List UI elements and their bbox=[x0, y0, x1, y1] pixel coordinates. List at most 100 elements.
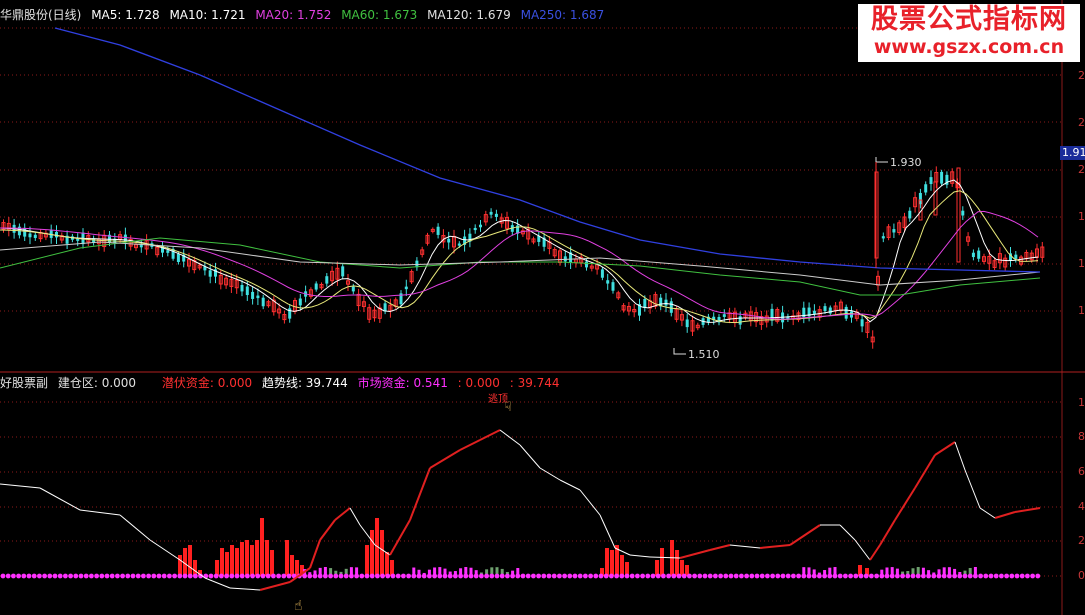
market-fund-dot bbox=[21, 574, 26, 579]
latent-fund-bar bbox=[265, 540, 269, 576]
candle-down bbox=[325, 276, 328, 283]
market-fund-dot bbox=[437, 574, 442, 579]
candle-down bbox=[341, 266, 344, 276]
trend-line-down bbox=[150, 540, 180, 560]
market-fund-dot bbox=[380, 574, 385, 579]
market-fund-dot bbox=[666, 574, 671, 579]
market-fund-dot bbox=[375, 574, 380, 579]
market-fund-dot bbox=[786, 574, 791, 579]
chart-canvas[interactable] bbox=[0, 0, 1085, 615]
ma10-value: MA10: 1.721 bbox=[169, 8, 245, 22]
market-fund-dot bbox=[604, 574, 609, 579]
candle-down bbox=[585, 262, 588, 268]
market-fund-dot bbox=[723, 574, 728, 579]
market-fund-dot bbox=[136, 574, 141, 579]
market-fund-dot bbox=[744, 574, 749, 579]
market-fund-dot bbox=[661, 574, 666, 579]
market-fund-dot bbox=[895, 574, 900, 579]
market-fund-dot bbox=[983, 574, 988, 579]
market-fund-dot bbox=[656, 574, 661, 579]
low-price-label: 1.510 bbox=[688, 349, 720, 361]
indicator-axis-label: 8 bbox=[1078, 431, 1085, 443]
price-axis-label: 2 bbox=[1078, 70, 1085, 82]
value-a: : 0.000 bbox=[458, 376, 500, 390]
market-fund-dot bbox=[677, 574, 682, 579]
trend-line-up bbox=[790, 525, 820, 545]
market-fund-dot bbox=[817, 574, 822, 579]
market-fund-dot bbox=[339, 574, 344, 579]
trend-line-down bbox=[0, 484, 40, 488]
candle-down bbox=[241, 285, 244, 291]
latent-fund-bar bbox=[240, 542, 244, 576]
market-fund-dot bbox=[16, 574, 21, 579]
market-fund-dot bbox=[219, 574, 224, 579]
market-fund-dot bbox=[240, 574, 245, 579]
market-fund-dot bbox=[318, 574, 323, 579]
trend-line-down bbox=[230, 588, 260, 590]
candle-down bbox=[34, 235, 37, 238]
indicator-header: 好股票副 建仓区: 0.000 潜伏资金: 0.000 趋势线: 39.744 … bbox=[0, 376, 566, 390]
market-fund-dot bbox=[53, 574, 58, 579]
market-fund-dot bbox=[801, 574, 806, 579]
market-fund-dot bbox=[89, 574, 94, 579]
market-fund-dot bbox=[125, 574, 130, 579]
market-fund-dot bbox=[365, 574, 370, 579]
candle-up bbox=[957, 168, 960, 262]
candle-down bbox=[1014, 255, 1017, 259]
candle-down bbox=[29, 234, 32, 238]
market-fund-dot bbox=[952, 574, 957, 579]
market-fund-dot bbox=[177, 574, 182, 579]
market-fund-dot bbox=[703, 574, 708, 579]
market-fund-dot bbox=[526, 574, 531, 579]
market-fund-dot bbox=[573, 574, 578, 579]
candle-down bbox=[601, 269, 604, 277]
trend-line-down bbox=[350, 508, 360, 525]
latent-fund-bar bbox=[660, 548, 664, 576]
market-fund-dot bbox=[874, 574, 879, 579]
trend-line-down bbox=[855, 540, 870, 560]
trend-line-up bbox=[335, 508, 350, 520]
market-fund-dot bbox=[141, 574, 146, 579]
market-fund-dot bbox=[396, 574, 401, 579]
latent-fund-bar bbox=[250, 545, 254, 576]
market-fund-dot bbox=[718, 574, 723, 579]
market-fund-dot bbox=[63, 574, 68, 579]
market-fund-dot bbox=[562, 574, 567, 579]
candle-down bbox=[177, 254, 180, 262]
trend-line-up bbox=[935, 442, 955, 455]
trend-line-up bbox=[1015, 508, 1040, 512]
market-fund-dot bbox=[630, 574, 635, 579]
trend-line-down bbox=[80, 510, 120, 515]
trend-line-down bbox=[730, 545, 760, 548]
candle-down bbox=[447, 239, 450, 243]
high-price-label: 1.930 bbox=[890, 157, 922, 169]
latent-fund-value: 潜伏资金: 0.000 bbox=[162, 376, 252, 390]
candle-down bbox=[458, 243, 461, 245]
candle-down bbox=[972, 253, 975, 257]
trend-line-up bbox=[460, 440, 480, 450]
trend-line-down bbox=[120, 515, 150, 540]
candle-down bbox=[23, 228, 26, 237]
latent-fund-bar bbox=[235, 548, 239, 576]
latent-fund-bar bbox=[655, 560, 659, 576]
trend-line-value: 趋势线: 39.744 bbox=[262, 376, 348, 390]
watermark-title: 股票公式指标网 bbox=[858, 4, 1080, 36]
market-fund-dot bbox=[796, 574, 801, 579]
market-fund-dot bbox=[682, 574, 687, 579]
market-fund-dot bbox=[978, 574, 983, 579]
trend-line-down bbox=[205, 578, 230, 588]
market-fund-dot bbox=[848, 574, 853, 579]
market-fund-dot bbox=[552, 574, 557, 579]
annotation-marks bbox=[674, 157, 888, 354]
indicator-axis-label: 6 bbox=[1078, 466, 1085, 478]
market-fund-dot bbox=[448, 574, 453, 579]
market-fund-dot bbox=[323, 574, 328, 579]
market-fund-dot bbox=[687, 574, 692, 579]
market-fund-dot bbox=[370, 574, 375, 579]
market-fund-dot bbox=[791, 574, 796, 579]
trend-line-up bbox=[760, 545, 790, 548]
market-fund-dot bbox=[73, 574, 78, 579]
latent-fund-bar bbox=[193, 560, 197, 576]
market-fund-dot bbox=[749, 574, 754, 579]
market-fund-dot bbox=[11, 574, 16, 579]
